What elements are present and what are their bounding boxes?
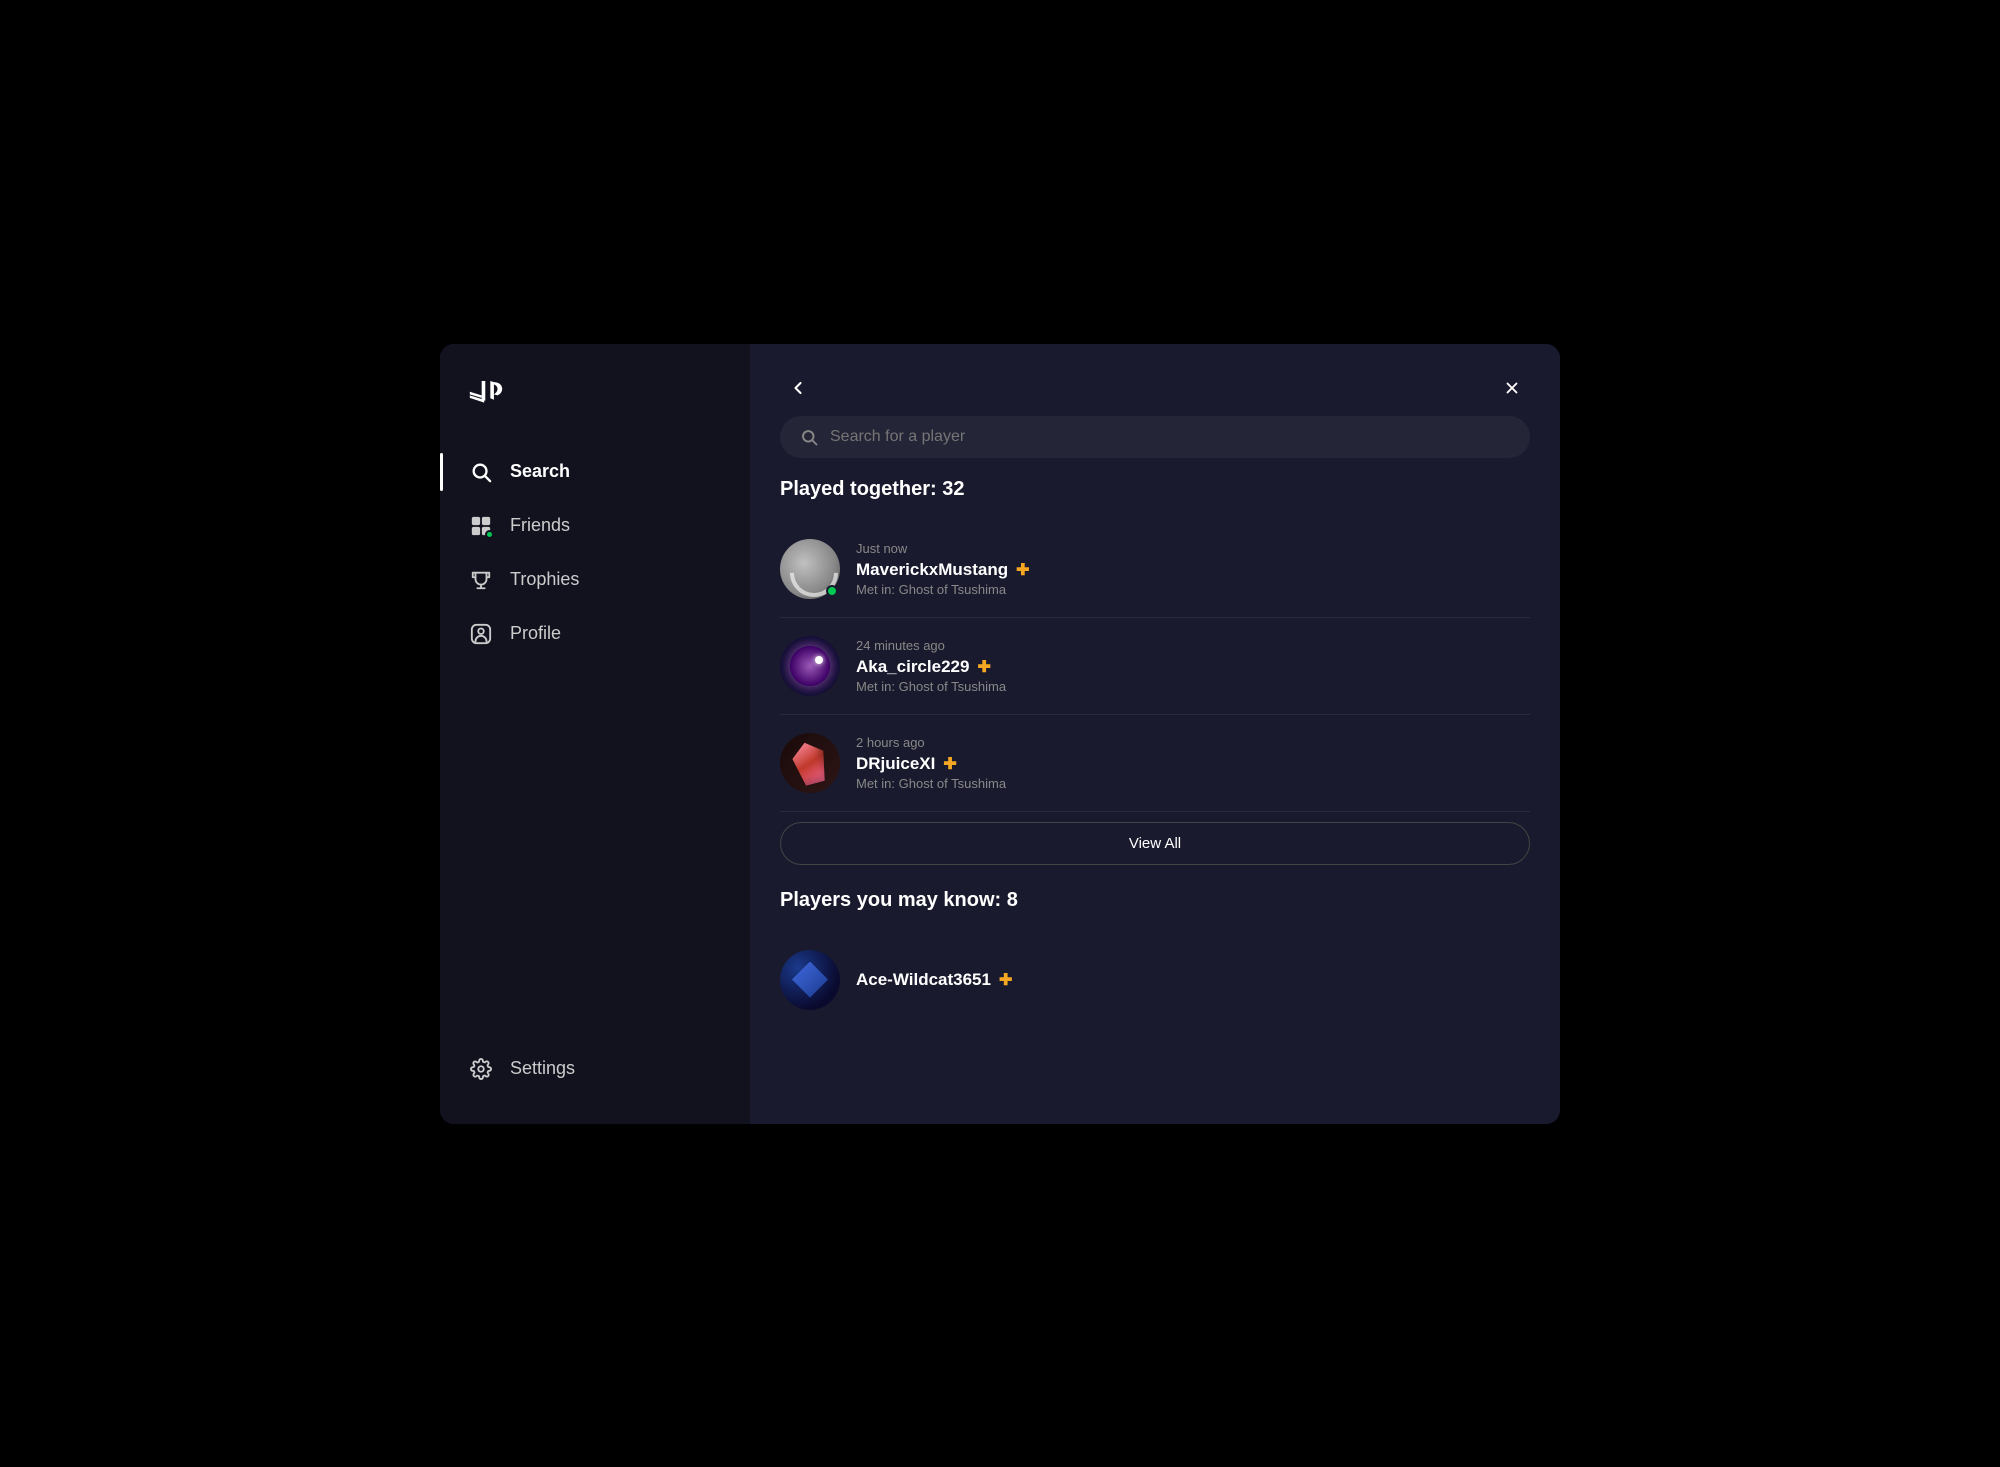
player-info: Just now MaverickxMustang ✚ Met in: Ghos… [856, 541, 1530, 597]
player-info: 24 minutes ago Aka_circle229 ✚ Met in: G… [856, 638, 1530, 694]
player-info: 2 hours ago DRjuiceXI ✚ Met in: Ghost of… [856, 735, 1530, 791]
top-bar [750, 344, 1560, 416]
player-item[interactable]: Just now MaverickxMustang ✚ Met in: Ghos… [780, 521, 1530, 618]
player-time: Just now [856, 541, 1530, 556]
avatar-wrap [780, 950, 840, 1010]
sidebar-spacer [440, 661, 750, 1042]
gem-shape [789, 738, 831, 787]
sidebar: Search Friends Trophies [440, 344, 750, 1124]
friends-online-dot [485, 530, 494, 539]
player-name: Ace-Wildcat3651 ✚ [856, 970, 1530, 990]
player-name: MaverickxMustang ✚ [856, 560, 1530, 580]
ps-plus-icon: ✚ [943, 754, 956, 774]
ps-plus-icon: ✚ [977, 657, 990, 677]
sidebar-item-search[interactable]: Search [440, 445, 750, 499]
sidebar-item-profile-label: Profile [510, 623, 561, 644]
view-all-button[interactable]: View All [780, 822, 1530, 865]
search-icon [468, 459, 494, 485]
settings-icon [468, 1056, 494, 1082]
sidebar-item-trophies[interactable]: Trophies [440, 553, 750, 607]
sidebar-item-settings-label: Settings [510, 1058, 575, 1079]
search-bar-icon [800, 428, 818, 446]
players-may-know-title: Players you may know: 8 [780, 889, 1530, 912]
player-item[interactable]: 24 minutes ago Aka_circle229 ✚ Met in: G… [780, 618, 1530, 715]
close-button[interactable] [1494, 370, 1530, 406]
profile-icon [468, 621, 494, 647]
avatar [780, 950, 840, 1010]
sidebar-item-friends-label: Friends [510, 515, 570, 536]
player-met: Met in: Ghost of Tsushima [856, 582, 1530, 597]
player-name: Aka_circle229 ✚ [856, 657, 1530, 677]
avatar-wrap [780, 539, 840, 599]
played-together-title: Played together: 32 [780, 478, 1530, 501]
search-bar-wrapper [750, 416, 1560, 478]
ps-logo [440, 372, 750, 445]
trophy-icon [468, 567, 494, 593]
back-button[interactable] [780, 370, 816, 406]
ps-plus-icon: ✚ [999, 970, 1012, 990]
player-info: Ace-Wildcat3651 ✚ [856, 970, 1530, 990]
sidebar-item-settings[interactable]: Settings [440, 1042, 750, 1096]
online-indicator [826, 585, 838, 597]
scroll-area[interactable]: Played together: 32 Just now MaverickxMu… [750, 478, 1560, 1124]
search-bar[interactable] [780, 416, 1530, 458]
sidebar-item-friends[interactable]: Friends [440, 499, 750, 553]
sidebar-item-search-label: Search [510, 461, 570, 482]
search-input[interactable] [830, 428, 1510, 446]
avatar-wrap [780, 733, 840, 793]
app-window: Search Friends Trophies [440, 344, 1560, 1124]
avatar-wrap [780, 636, 840, 696]
ps-plus-icon: ✚ [1016, 560, 1029, 580]
avatar [780, 733, 840, 793]
player-time: 2 hours ago [856, 735, 1530, 750]
sidebar-item-trophies-label: Trophies [510, 569, 579, 590]
player-met: Met in: Ghost of Tsushima [856, 776, 1530, 791]
player-name: DRjuiceXI ✚ [856, 754, 1530, 774]
main-content: Played together: 32 Just now MaverickxMu… [750, 344, 1560, 1124]
player-time: 24 minutes ago [856, 638, 1530, 653]
sidebar-item-profile[interactable]: Profile [440, 607, 750, 661]
player-item[interactable]: Ace-Wildcat3651 ✚ [780, 932, 1530, 1028]
avatar [780, 636, 840, 696]
player-item[interactable]: 2 hours ago DRjuiceXI ✚ Met in: Ghost of… [780, 715, 1530, 812]
player-met: Met in: Ghost of Tsushima [856, 679, 1530, 694]
friends-icon [468, 513, 494, 539]
